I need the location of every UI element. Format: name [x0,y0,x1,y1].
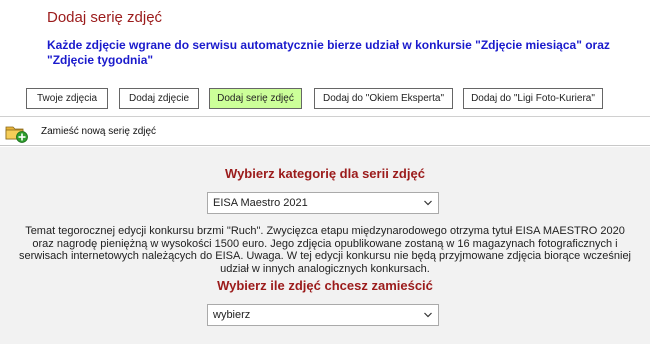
category-select-value: EISA Maestro 2021 [213,197,308,209]
folder-add-icon [5,123,29,143]
photo-count-heading: Wybierz ile zdjęć chcesz zamieścić [217,278,433,293]
form-area: Wybierz kategorię dla serii zdjęć EISA M… [0,147,650,344]
tab-dodaj-zdjecie[interactable]: Dodaj zdjęcie [119,88,199,109]
chevron-down-icon [424,200,432,206]
tab-ligi-foto-kuriera[interactable]: Dodaj do "Ligi Foto-Kuriera" [463,88,603,109]
photo-count-select[interactable]: wybierz [207,304,439,326]
page-title: Dodaj serię zdjęć [47,9,163,26]
tab-twoje-zdjecia[interactable]: Twoje zdjęcia [26,88,108,109]
category-heading: Wybierz kategorię dla serii zdjęć [225,166,425,181]
tab-dodaj-serie-zdjec[interactable]: Dodaj serię zdjęć [209,88,302,109]
section-label: Zamieść nową serię zdjęć [41,126,157,137]
tab-okiem-eksperta[interactable]: Dodaj do "Okiem Eksperta" [314,88,453,109]
category-select[interactable]: EISA Maestro 2021 [207,192,439,214]
chevron-down-icon [424,312,432,318]
photo-count-select-value: wybierz [213,309,251,321]
tab-bar: Twoje zdjęcia Dodaj zdjęcie Dodaj serię … [0,88,650,112]
page-subtitle: Każde zdjęcie wgrane do serwisu automaty… [47,38,610,67]
section-header: Zamieść nową serię zdjęć [0,117,650,146]
category-description: Temat tegorocznej edycji konkursu brzmi … [18,225,631,276]
